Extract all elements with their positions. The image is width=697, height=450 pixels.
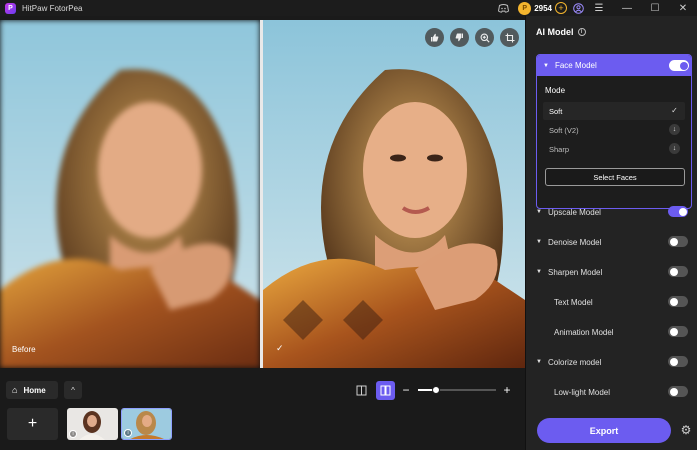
model-label: Denoise Model — [548, 237, 602, 247]
home-icon: ⌂ — [12, 385, 18, 395]
mode-option-soft-v2[interactable]: Soft (V2) ↓ — [543, 121, 685, 139]
model-toggle[interactable] — [668, 296, 688, 307]
face-model-toggle[interactable] — [669, 60, 689, 71]
model-toggle[interactable] — [668, 326, 688, 337]
thumbnail-info-icon[interactable]: i — [124, 429, 132, 437]
model-row-upscale-model[interactable]: ▼ Upscale Model — [536, 205, 692, 219]
minimize-button[interactable]: — — [613, 0, 641, 16]
image-canvas[interactable]: Before ✓ — [0, 20, 525, 368]
title-bar: P HitPaw FotorPea P 2954 + ☰ — ☐ ✕ — [0, 0, 697, 16]
info-icon[interactable]: i — [577, 28, 586, 36]
expand-triangle-icon: ▼ — [536, 209, 542, 215]
credits-display: P 2954 + — [518, 1, 567, 15]
single-view-icon[interactable] — [352, 381, 370, 399]
ai-model-panel: AI Model i ▼ Face Model Mode Soft ✓ Soft (… — [525, 16, 697, 450]
home-button[interactable]: ⌂ Home — [6, 381, 58, 399]
model-toggle[interactable] — [668, 236, 688, 247]
model-label: Upscale Model — [548, 207, 601, 217]
mode-option-label: Soft (V2) — [549, 125, 579, 135]
after-photo — [263, 20, 525, 368]
thumbs-up-icon[interactable] — [425, 28, 444, 47]
model-toggle[interactable] — [668, 356, 688, 367]
thumbnail-1[interactable]: i — [67, 408, 118, 440]
app-logo: P — [5, 2, 16, 14]
model-row-animation-model[interactable]: Animation Model — [536, 325, 692, 339]
before-label: Before — [12, 345, 36, 354]
collapse-thumbnails-button[interactable]: ^ — [64, 381, 82, 399]
close-button[interactable]: ✕ — [669, 0, 697, 16]
zoom-in-button[interactable]: + — [501, 381, 513, 399]
select-faces-button[interactable]: Select Faces — [545, 168, 685, 186]
mode-option-label: Sharp — [549, 144, 570, 154]
mode-option-sharp[interactable]: Sharp ↓ — [543, 140, 685, 158]
model-toggle[interactable] — [668, 386, 688, 397]
expand-triangle-icon: ▼ — [536, 239, 542, 245]
model-row-denoise-model[interactable]: ▼ Denoise Model — [536, 235, 692, 249]
model-label: Text Model — [554, 297, 593, 307]
add-image-button[interactable]: + — [7, 408, 58, 440]
model-label: Sharpen Model — [548, 267, 603, 277]
thumbnail-info-icon[interactable]: i — [69, 430, 77, 438]
image-toolbar — [425, 28, 519, 47]
split-view-icon[interactable] — [376, 381, 395, 400]
model-toggle[interactable] — [668, 206, 688, 217]
face-model-card: ▼ Face Model Mode Soft ✓ Soft (V2) ↓ Sharp ↓ … — [536, 54, 692, 209]
menu-icon[interactable]: ☰ — [585, 0, 613, 16]
zoom-slider-handle[interactable] — [431, 386, 440, 394]
credit-balance: 2954 — [534, 3, 552, 13]
model-toggle[interactable] — [668, 266, 688, 277]
settings-gear-icon[interactable]: ⚙ — [678, 422, 694, 438]
coin-icon: P — [518, 1, 532, 15]
download-icon[interactable]: ↓ — [669, 124, 680, 135]
model-row-text-model[interactable]: Text Model — [536, 295, 692, 309]
crop-icon[interactable] — [500, 28, 519, 47]
checkmark-icon: ✓ — [671, 106, 678, 115]
maximize-button[interactable]: ☐ — [641, 0, 669, 16]
mode-option-label: Soft — [549, 106, 563, 116]
panel-title: AI Model i — [536, 27, 586, 37]
model-row-colorize-model[interactable]: ▼ Colorize model — [536, 355, 692, 369]
model-row-low-light-model[interactable]: Low-light Model — [536, 385, 692, 399]
model-label: Low-light Model — [554, 387, 611, 397]
mode-option-soft[interactable]: Soft ✓ — [543, 102, 685, 120]
before-photo — [0, 20, 260, 368]
zoom-icon[interactable] — [475, 28, 494, 47]
expand-triangle-icon: ▼ — [536, 269, 542, 275]
mode-label: Mode — [545, 86, 566, 95]
after-pane: ✓ — [263, 20, 525, 368]
add-credits-button[interactable]: + — [555, 2, 567, 14]
expand-triangle-icon: ▼ — [536, 359, 542, 365]
home-label: Home — [23, 385, 46, 395]
download-icon[interactable]: ↓ — [669, 143, 680, 154]
zoom-slider[interactable] — [418, 386, 496, 394]
collapse-triangle-icon: ▼ — [543, 62, 549, 69]
panel-title-label: AI Model — [536, 27, 574, 37]
app-title: HitPaw FotorPea — [22, 3, 83, 13]
face-model-header[interactable]: ▼ Face Model — [537, 55, 691, 76]
zoom-out-button[interactable]: − — [400, 381, 412, 399]
thumbs-down-icon[interactable] — [450, 28, 469, 47]
before-pane: Before — [0, 20, 260, 368]
after-check-mark: ✓ — [276, 343, 284, 353]
face-model-label: Face Model — [554, 61, 597, 70]
export-button[interactable]: Export — [537, 418, 671, 443]
thumbnail-2-selected[interactable]: i — [121, 408, 172, 440]
model-label: Animation Model — [554, 327, 614, 337]
model-label: Colorize model — [548, 357, 602, 367]
model-row-sharpen-model[interactable]: ▼ Sharpen Model — [536, 265, 692, 279]
user-icon[interactable] — [571, 1, 585, 15]
discord-icon[interactable] — [496, 1, 510, 15]
bottom-bar: ⌂ Home ^ − + + i i — [0, 370, 525, 450]
